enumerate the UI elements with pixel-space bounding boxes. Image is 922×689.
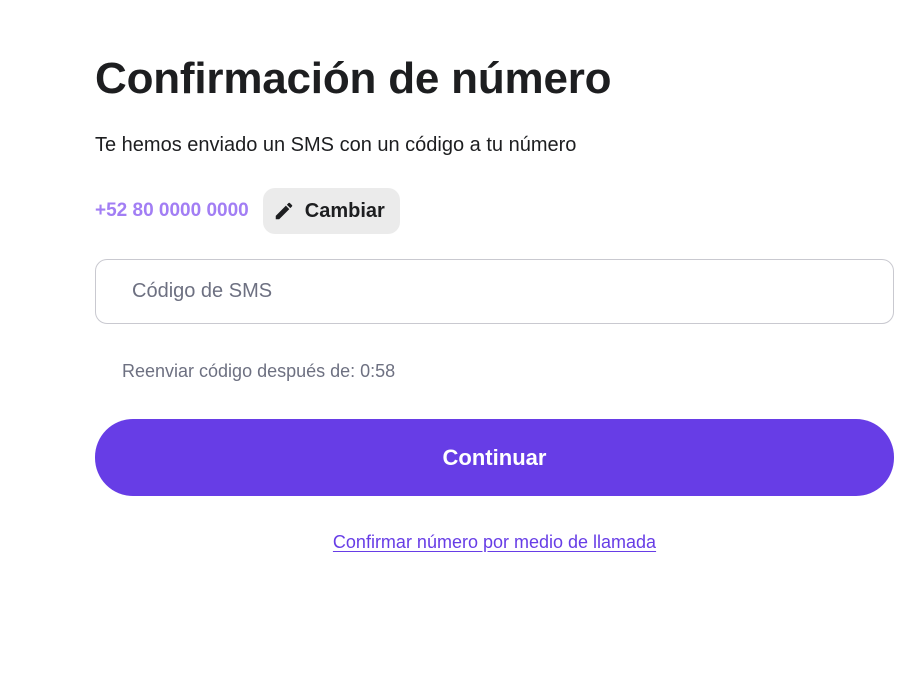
page-subtitle: Te hemos enviado un SMS con un código a … [95,134,577,156]
change-number-label: Cambiar [304,199,385,222]
call-link-container: Confirmar número por medio de llamada [95,532,894,553]
phone-row: +52 80 0000 0000 Cambiar [95,188,894,234]
confirmation-form: Confirmación de número Te hemos enviado … [95,52,894,553]
confirm-by-call-link[interactable]: Confirmar número por medio de llamada [333,532,656,552]
continue-button[interactable]: Continuar [95,419,894,496]
resend-timer: Reenviar código después de: 0:58 [122,361,396,381]
sms-code-field[interactable] [95,259,894,324]
page-title: Confirmación de número [95,54,612,103]
phone-number: +52 80 0000 0000 [95,200,249,221]
sms-code-input[interactable] [130,279,834,304]
pencil-icon [273,200,295,222]
change-number-button[interactable]: Cambiar [262,188,400,234]
